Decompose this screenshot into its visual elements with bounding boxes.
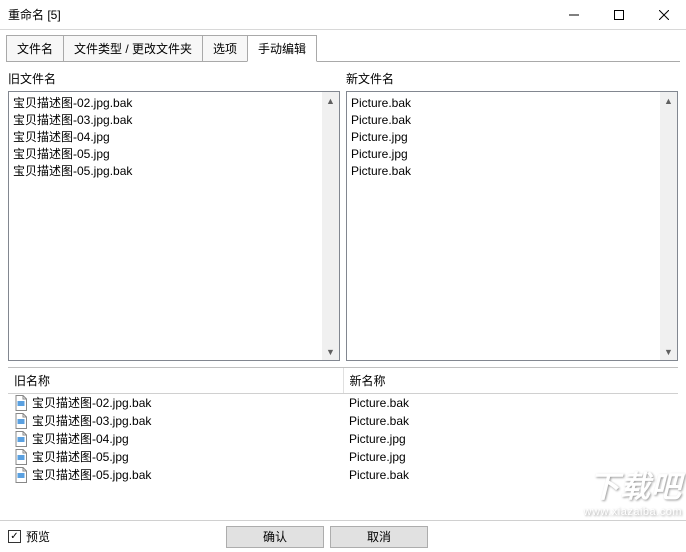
preview-pane: 旧名称 新名称 宝贝描述图-02.jpg.bak Picture.bak 宝贝描… bbox=[8, 367, 678, 484]
watermark-sub: www.xiazaiba.com bbox=[584, 506, 682, 518]
window-controls bbox=[551, 0, 686, 29]
old-name-cell: 宝贝描述图-04.jpg bbox=[32, 430, 129, 448]
tab-options[interactable]: 选项 bbox=[202, 35, 248, 62]
preview-rows: 宝贝描述图-02.jpg.bak Picture.bak 宝贝描述图-03.jp… bbox=[8, 394, 678, 484]
new-name-cell: Picture.bak bbox=[343, 466, 678, 484]
close-button[interactable] bbox=[641, 0, 686, 29]
tab-underline bbox=[6, 61, 680, 62]
scroll-up-icon[interactable]: ▲ bbox=[660, 92, 677, 109]
old-filename-pane: 旧文件名 宝贝描述图-02.jpg.bak 宝贝描述图-03.jpg.bak 宝… bbox=[8, 70, 340, 361]
old-name-cell: 宝贝描述图-05.jpg bbox=[32, 448, 129, 466]
old-name-cell: 宝贝描述图-02.jpg.bak bbox=[32, 394, 151, 412]
bottom-bar: ✓ 预览 确认 取消 bbox=[0, 520, 686, 552]
new-name-header[interactable]: 新名称 bbox=[344, 368, 679, 393]
preview-row[interactable]: 宝贝描述图-05.jpg.bak Picture.bak bbox=[8, 466, 678, 484]
new-name-cell: Picture.jpg bbox=[343, 448, 678, 466]
scrollbar-vertical[interactable]: ▲ ▼ bbox=[322, 92, 339, 360]
new-name-cell: Picture.jpg bbox=[343, 430, 678, 448]
scroll-down-icon[interactable]: ▼ bbox=[660, 343, 677, 360]
preview-checkbox-label: 预览 bbox=[26, 528, 50, 545]
new-filename-listbox[interactable]: Picture.bak Picture.bak Picture.jpg Pict… bbox=[346, 91, 678, 361]
preview-checkbox-wrap[interactable]: ✓ 预览 bbox=[8, 528, 50, 545]
file-icon bbox=[14, 413, 28, 429]
list-item[interactable]: 宝贝描述图-05.jpg bbox=[13, 146, 318, 163]
preview-row[interactable]: 宝贝描述图-05.jpg Picture.jpg bbox=[8, 448, 678, 466]
window-title: 重命名 [5] bbox=[8, 6, 551, 23]
old-name-cell: 宝贝描述图-05.jpg.bak bbox=[32, 466, 151, 484]
scroll-up-icon[interactable]: ▲ bbox=[322, 92, 339, 109]
titlebar: 重命名 [5] bbox=[0, 0, 686, 30]
new-name-cell: Picture.bak bbox=[343, 412, 678, 430]
tab-content: 旧文件名 宝贝描述图-02.jpg.bak 宝贝描述图-03.jpg.bak 宝… bbox=[0, 62, 686, 492]
file-icon bbox=[14, 467, 28, 483]
file-icon bbox=[14, 395, 28, 411]
scrollbar-vertical[interactable]: ▲ ▼ bbox=[660, 92, 677, 360]
list-item[interactable]: Picture.bak bbox=[351, 163, 656, 180]
old-name-cell: 宝贝描述图-03.jpg.bak bbox=[32, 412, 151, 430]
tab-manual-edit[interactable]: 手动编辑 bbox=[247, 35, 317, 62]
new-name-cell: Picture.bak bbox=[343, 394, 678, 412]
old-filename-listbox[interactable]: 宝贝描述图-02.jpg.bak 宝贝描述图-03.jpg.bak 宝贝描述图-… bbox=[8, 91, 340, 361]
new-filename-list: Picture.bak Picture.bak Picture.jpg Pict… bbox=[347, 92, 660, 360]
preview-row[interactable]: 宝贝描述图-04.jpg Picture.jpg bbox=[8, 430, 678, 448]
new-filename-label: 新文件名 bbox=[346, 70, 678, 87]
list-item[interactable]: 宝贝描述图-04.jpg bbox=[13, 129, 318, 146]
old-name-header[interactable]: 旧名称 bbox=[8, 368, 344, 393]
preview-row[interactable]: 宝贝描述图-03.jpg.bak Picture.bak bbox=[8, 412, 678, 430]
preview-row[interactable]: 宝贝描述图-02.jpg.bak Picture.bak bbox=[8, 394, 678, 412]
scroll-down-icon[interactable]: ▼ bbox=[322, 343, 339, 360]
list-item[interactable]: 宝贝描述图-03.jpg.bak bbox=[13, 112, 318, 129]
preview-checkbox[interactable]: ✓ bbox=[8, 530, 21, 543]
list-item[interactable]: Picture.bak bbox=[351, 95, 656, 112]
tab-strip: 文件名 文件类型 / 更改文件夹 选项 手动编辑 bbox=[0, 30, 686, 62]
ok-button[interactable]: 确认 bbox=[226, 526, 324, 548]
maximize-button[interactable] bbox=[596, 0, 641, 29]
old-filename-label: 旧文件名 bbox=[8, 70, 340, 87]
list-item[interactable]: Picture.bak bbox=[351, 112, 656, 129]
old-filename-list: 宝贝描述图-02.jpg.bak 宝贝描述图-03.jpg.bak 宝贝描述图-… bbox=[9, 92, 322, 360]
tab-filetype-folder[interactable]: 文件类型 / 更改文件夹 bbox=[63, 35, 203, 62]
list-item[interactable]: 宝贝描述图-02.jpg.bak bbox=[13, 95, 318, 112]
minimize-button[interactable] bbox=[551, 0, 596, 29]
list-item[interactable]: 宝贝描述图-05.jpg.bak bbox=[13, 163, 318, 180]
file-icon bbox=[14, 449, 28, 465]
preview-headers: 旧名称 新名称 bbox=[8, 368, 678, 394]
new-filename-pane: 新文件名 Picture.bak Picture.bak Picture.jpg… bbox=[346, 70, 678, 361]
file-icon bbox=[14, 431, 28, 447]
cancel-button[interactable]: 取消 bbox=[330, 526, 428, 548]
tab-filename[interactable]: 文件名 bbox=[6, 35, 64, 62]
list-item[interactable]: Picture.jpg bbox=[351, 146, 656, 163]
list-item[interactable]: Picture.jpg bbox=[351, 129, 656, 146]
